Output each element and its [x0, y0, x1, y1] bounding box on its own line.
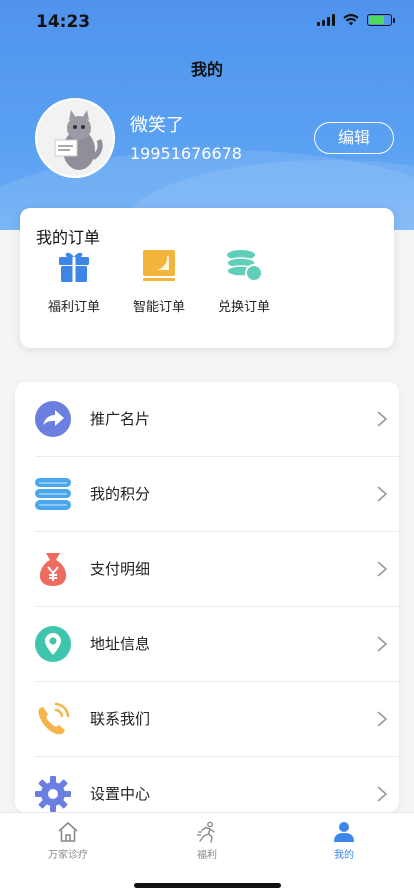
menu-item-payment-details[interactable]: 支付明细 — [15, 532, 399, 607]
menu-item-label: 设置中心 — [90, 785, 151, 803]
menu-item-label: 支付明细 — [90, 560, 151, 578]
chevron-right-icon — [377, 636, 388, 652]
gift-icon — [59, 252, 89, 282]
tab-home[interactable]: 万家诊疗 — [18, 821, 118, 861]
chevron-right-icon — [377, 561, 388, 577]
phone-icon — [38, 702, 70, 735]
order-welfare[interactable]: 福利订单 — [34, 248, 114, 315]
money-bag-icon — [39, 553, 67, 586]
tab-label: 万家诊疗 — [48, 850, 88, 861]
chevron-right-icon — [377, 786, 388, 802]
share-arrow-icon — [35, 401, 71, 437]
menu-item-label: 地址信息 — [90, 635, 151, 653]
cat-avatar-icon[interactable] — [35, 98, 115, 178]
coins-icon — [226, 250, 263, 282]
menu-list: 推广名片 我的积分 支付明细 地址信息 联系我们 设置中心 — [15, 382, 399, 812]
user-icon — [334, 822, 354, 842]
order-label: 兑换订单 — [217, 300, 270, 315]
order-exchange[interactable]: 兑换订单 — [204, 248, 284, 315]
wifi-icon — [343, 14, 359, 26]
battery-icon — [367, 14, 395, 26]
menu-item-settings[interactable]: 设置中心 — [15, 757, 399, 812]
menu-item-contact-us[interactable]: 联系我们 — [15, 682, 399, 757]
chevron-right-icon — [377, 486, 388, 502]
page-title: 我的 — [190, 60, 223, 79]
tab-label: 福利 — [197, 850, 217, 861]
tab-welfare[interactable]: 福利 — [157, 821, 257, 861]
signal-icon — [317, 14, 335, 26]
chevron-right-icon — [377, 411, 388, 427]
order-smart[interactable]: 智能订单 — [119, 248, 199, 315]
menu-item-label: 我的积分 — [90, 485, 151, 503]
location-pin-icon — [35, 626, 71, 662]
menu-item-my-points[interactable]: 我的积分 — [15, 457, 399, 532]
menu-item-label: 联系我们 — [90, 710, 151, 728]
chevron-right-icon — [377, 711, 388, 727]
tab-label: 我的 — [334, 850, 354, 861]
username: 微笑了 — [130, 115, 184, 136]
edit-profile-button[interactable]: 编辑 — [314, 122, 394, 154]
phone-number: 19951676678 — [130, 144, 242, 163]
orders-title: 我的订单 — [36, 228, 101, 247]
home-icon — [58, 821, 78, 842]
status-bar: 14:23 — [0, 0, 414, 44]
status-time: 14:23 — [36, 12, 91, 32]
menu-item-promotion-card[interactable]: 推广名片 — [15, 382, 399, 457]
menu-item-label: 推广名片 — [90, 410, 151, 428]
runner-icon — [197, 821, 215, 843]
my-orders-card: 我的订单 福利订单 智能订单 兑换订单 — [20, 208, 394, 348]
status-icons — [317, 14, 395, 26]
monitor-icon — [143, 250, 175, 281]
home-indicator[interactable] — [134, 883, 281, 888]
order-label: 智能订单 — [132, 300, 185, 315]
order-label: 福利订单 — [47, 300, 100, 315]
tab-mine[interactable]: 我的 — [294, 821, 394, 861]
menu-item-address-info[interactable]: 地址信息 — [15, 607, 399, 682]
settings-gear-icon — [35, 776, 71, 812]
points-stack-icon — [35, 478, 71, 510]
